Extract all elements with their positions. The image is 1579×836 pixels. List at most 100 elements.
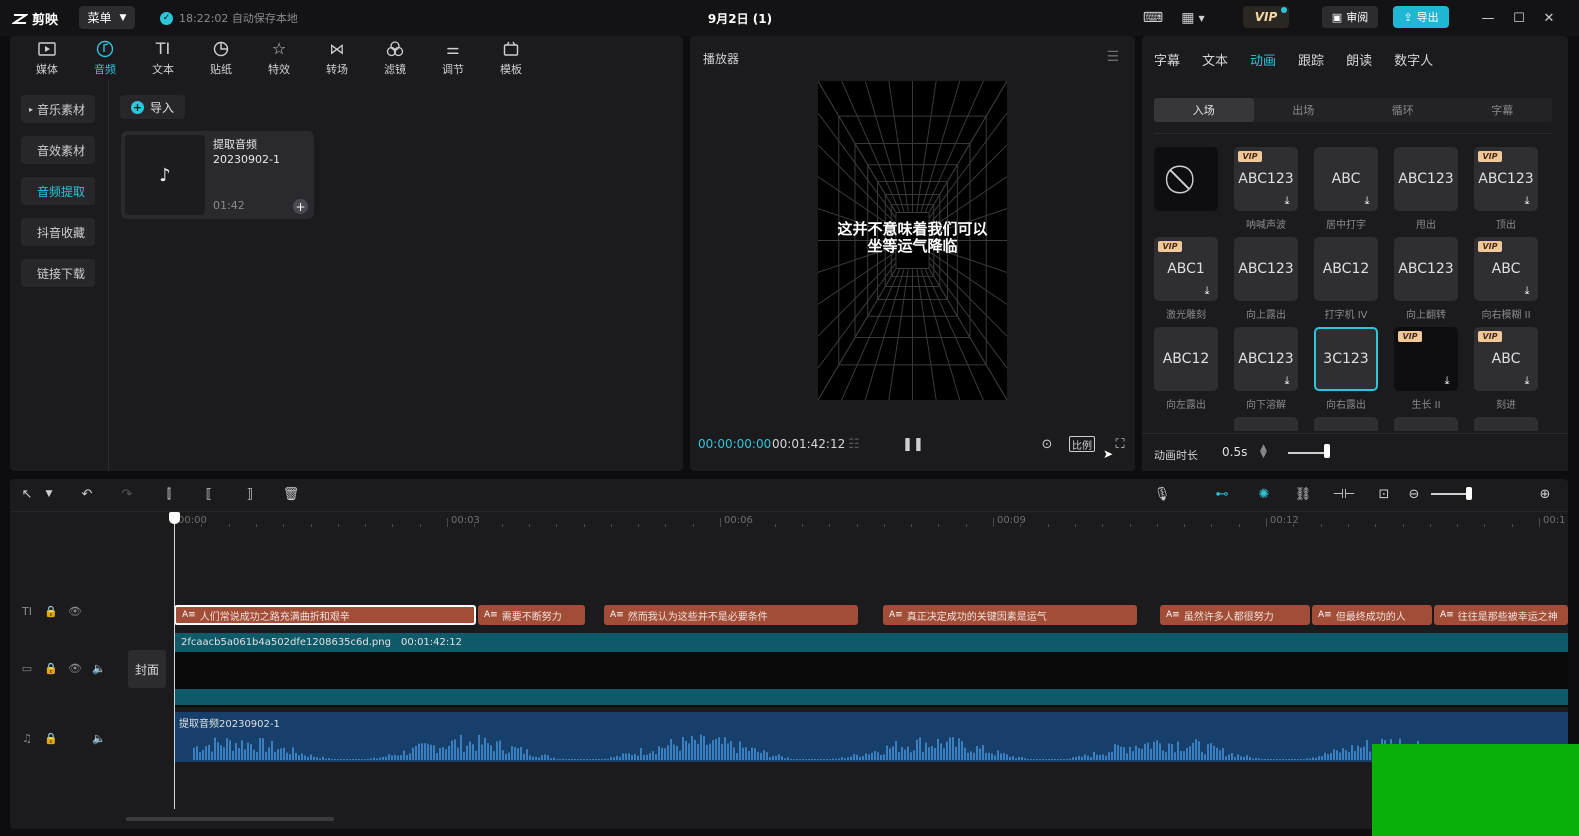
import-button[interactable]: + 导入 bbox=[120, 95, 185, 119]
download-icon[interactable]: ⤓ bbox=[1280, 194, 1294, 208]
animation-item[interactable]: ABC12 向左露出 bbox=[1154, 327, 1218, 411]
undo-icon[interactable]: ↶ bbox=[78, 485, 96, 503]
tab-text[interactable]: TI 文本 bbox=[134, 36, 192, 80]
tab-media[interactable]: 媒体 bbox=[18, 36, 76, 80]
animation-item[interactable]: ABC123 向上露出 bbox=[1234, 237, 1298, 321]
redo-icon[interactable]: ↷ bbox=[118, 485, 136, 503]
preview-axis-icon[interactable]: ⊡ bbox=[1375, 485, 1393, 503]
eye-icon[interactable]: 👁 bbox=[68, 662, 82, 675]
maximize-icon[interactable]: ☐ bbox=[1510, 9, 1528, 27]
animation-item[interactable]: ABC123 ⤓ 向下溶解 bbox=[1234, 327, 1298, 411]
stepper-icon[interactable]: ▲ ▼ bbox=[1260, 444, 1267, 460]
sidebar-item-extract[interactable]: 音频提取 bbox=[21, 177, 95, 205]
subtab-loop[interactable]: 循环 bbox=[1353, 98, 1453, 122]
export-button[interactable]: ⇪ 导出 bbox=[1393, 6, 1449, 28]
animation-item[interactable]: VIP ⤓ 生长 II bbox=[1394, 327, 1458, 411]
sidebar-item-link-download[interactable]: 链接下载 bbox=[21, 259, 95, 287]
tab-sticker[interactable]: 贴纸 bbox=[192, 36, 250, 80]
split-icon[interactable]: ⫿ bbox=[160, 485, 178, 503]
animation-item[interactable]: ABC12 打字机 IV bbox=[1314, 237, 1378, 321]
tab-effects[interactable]: ☆ 特效 bbox=[250, 36, 308, 80]
speaker-icon[interactable]: 🔈 bbox=[92, 662, 106, 675]
speaker-icon[interactable]: 🔈 bbox=[92, 732, 106, 745]
zoom-fit-icon[interactable]: ⊙ bbox=[1037, 434, 1057, 454]
text-clip[interactable]: A≡ 然而我认为这些并不是必要条件 bbox=[604, 605, 858, 625]
tab-read-aloud[interactable]: 朗读 bbox=[1346, 50, 1372, 69]
tab-digital-human[interactable]: 数字人 bbox=[1394, 50, 1433, 69]
lock-icon[interactable]: 🔒 bbox=[44, 732, 58, 745]
lock-icon[interactable]: 🔒 bbox=[44, 605, 58, 618]
text-clip[interactable]: A≡ 但最终成功的人 bbox=[1312, 605, 1432, 625]
lock-icon[interactable]: 🔒 bbox=[44, 662, 58, 675]
animation-item[interactable]: ABC123 VIP ⤓ 顶出 bbox=[1474, 147, 1538, 231]
video-clip[interactable]: 2fcaacb5a061b4a502dfe1208635c6d.png 00:0… bbox=[175, 633, 1568, 707]
animation-item[interactable]: 3C123 向右露出 bbox=[1314, 327, 1378, 411]
download-icon[interactable]: ⤓ bbox=[1520, 374, 1534, 388]
delete-icon[interactable]: 🗑 bbox=[282, 485, 300, 503]
tab-template[interactable]: 模板 bbox=[482, 36, 540, 80]
text-clip[interactable]: A≡ 往往是那些被幸运之神 bbox=[1434, 605, 1568, 625]
subtab-out[interactable]: 出场 bbox=[1254, 98, 1354, 122]
tab-adjust[interactable]: ⚌ 调节 bbox=[424, 36, 482, 80]
tab-transition[interactable]: ⋈ 转场 bbox=[308, 36, 366, 80]
audio-card[interactable]: ♪ 提取音频20230902-1 01:42 + bbox=[121, 131, 314, 219]
auto-snap-icon[interactable]: ✺ bbox=[1253, 485, 1275, 503]
link-icon[interactable]: ⛓ bbox=[1294, 485, 1312, 503]
microphone-icon[interactable]: 🎙 bbox=[1153, 485, 1171, 503]
pause-icon[interactable]: ❚❚ bbox=[902, 434, 924, 454]
playhead-line[interactable] bbox=[174, 512, 175, 809]
text-clip[interactable]: A≡ 虽然许多人都很努力 bbox=[1160, 605, 1310, 625]
vip-badge[interactable]: VIP bbox=[1243, 6, 1289, 28]
chevron-down-icon[interactable]: ▼ bbox=[40, 485, 58, 503]
timecode-grid-icon[interactable]: ☷ bbox=[844, 434, 864, 454]
download-icon[interactable]: ⤓ bbox=[1280, 374, 1294, 388]
zoom-out-icon[interactable]: ⊖ bbox=[1405, 485, 1423, 503]
download-icon[interactable]: ⤓ bbox=[1200, 284, 1214, 298]
main-track-magnet-icon[interactable]: ⊷ bbox=[1211, 485, 1233, 503]
tab-tracking[interactable]: 跟踪 bbox=[1298, 50, 1324, 69]
zoom-slider-handle[interactable] bbox=[1466, 487, 1472, 500]
review-button[interactable]: ▣ 审阅 bbox=[1322, 6, 1378, 28]
hamburger-menu-icon[interactable]: ☰ bbox=[1106, 49, 1119, 65]
download-icon[interactable]: ⤓ bbox=[1440, 374, 1454, 388]
tab-audio[interactable]: 音频 bbox=[76, 36, 134, 80]
split-preview-icon[interactable]: ⊣⊢ bbox=[1333, 485, 1356, 503]
download-icon[interactable]: ⤓ bbox=[1360, 194, 1374, 208]
minimize-icon[interactable]: — bbox=[1479, 9, 1497, 27]
animation-item[interactable]: ABC123 甩出 bbox=[1394, 147, 1458, 231]
zoom-in-icon[interactable]: ⊕ bbox=[1536, 485, 1554, 503]
menu-button[interactable]: 菜单 ▼ bbox=[79, 6, 135, 29]
video-preview[interactable]: 这并不意味着我们可以坐等运气降临 bbox=[818, 81, 1007, 400]
sidebar-item-music[interactable]: ▸ 音乐素材 bbox=[21, 95, 95, 123]
tab-text-props[interactable]: 文本 bbox=[1202, 50, 1228, 69]
select-cursor-icon[interactable]: ↖ bbox=[18, 485, 36, 503]
animation-thumb-partial[interactable] bbox=[1314, 417, 1378, 431]
animation-item[interactable]: ABC1 VIP ⤓ 激光雕刻 bbox=[1154, 237, 1218, 321]
animation-item[interactable]: ABC ⤓ 居中打字 bbox=[1314, 147, 1378, 231]
text-clip[interactable]: A≡ 真正决定成功的关键因素是运气 bbox=[883, 605, 1137, 625]
text-clip[interactable]: A≡ 人们常说成功之路充满曲折和艰辛 bbox=[174, 605, 476, 625]
subtab-in[interactable]: 入场 bbox=[1154, 98, 1254, 122]
tab-filter[interactable]: 滤镜 bbox=[366, 36, 424, 80]
close-icon[interactable]: ✕ bbox=[1540, 9, 1558, 27]
trim-right-icon[interactable]: ⟧ bbox=[241, 485, 259, 503]
animation-thumb-partial[interactable] bbox=[1474, 417, 1538, 431]
trim-left-icon[interactable]: ⟦ bbox=[200, 485, 218, 503]
animation-thumb-partial[interactable] bbox=[1234, 417, 1298, 431]
download-icon[interactable]: ⤓ bbox=[1520, 284, 1534, 298]
layout-icon[interactable]: ▦ ▼ bbox=[1178, 8, 1208, 28]
sidebar-item-douyin[interactable]: 抖音收藏 bbox=[21, 218, 95, 246]
ratio-button[interactable]: 比例 bbox=[1069, 436, 1095, 452]
zoom-slider-track[interactable] bbox=[1431, 493, 1471, 495]
tab-animation[interactable]: 动画 bbox=[1250, 50, 1276, 69]
playhead-handle[interactable] bbox=[169, 512, 180, 524]
animation-item[interactable]: ABC123 VIP ⤓ 呐喊声波 bbox=[1234, 147, 1298, 231]
tab-captions[interactable]: 字幕 bbox=[1154, 50, 1180, 69]
text-clip[interactable]: A≡ 需要不断努力 bbox=[478, 605, 585, 625]
animation-item[interactable]: ⃠ bbox=[1154, 147, 1218, 216]
subtab-caption[interactable]: 字幕 bbox=[1453, 98, 1553, 122]
eye-icon[interactable]: 👁 bbox=[68, 605, 82, 618]
duration-slider-handle[interactable] bbox=[1324, 444, 1330, 458]
sidebar-item-sfx[interactable]: 音效素材 bbox=[21, 136, 95, 164]
horizontal-scrollbar[interactable] bbox=[126, 817, 334, 821]
